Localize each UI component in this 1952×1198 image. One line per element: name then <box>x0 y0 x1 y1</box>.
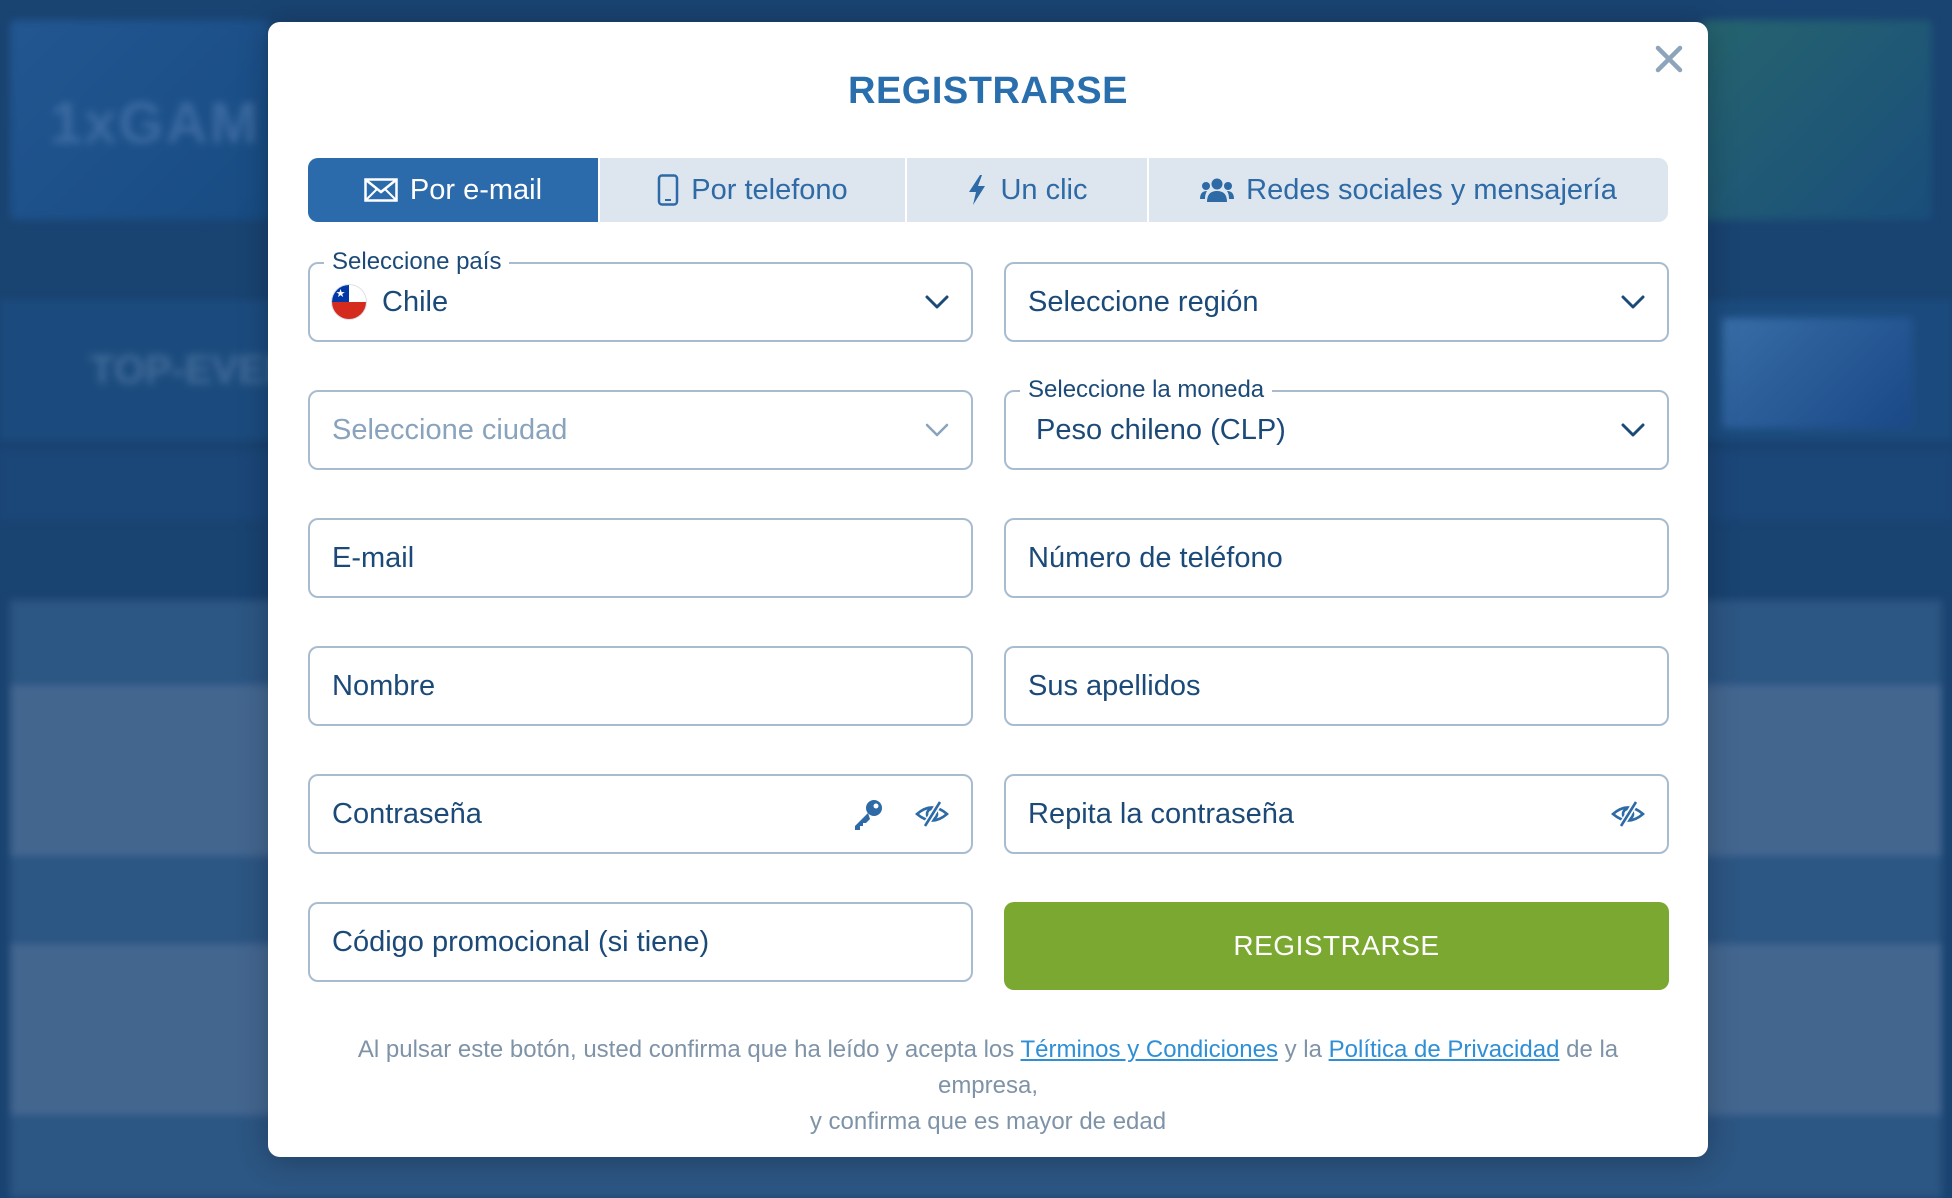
promo-code-field[interactable]: Código promocional (si tiene) <box>308 902 973 982</box>
key-icon <box>855 800 882 830</box>
tab-label: Por telefono <box>691 173 848 206</box>
chevron-down-icon <box>1621 423 1645 437</box>
password-placeholder: Contraseña <box>332 797 482 830</box>
tab-social[interactable]: Redes sociales y mensajería <box>1149 158 1668 222</box>
terms-middle: y la <box>1277 1036 1329 1063</box>
phone-placeholder: Número de teléfono <box>1028 541 1283 574</box>
repeat-password-field[interactable]: Repita la contraseña <box>1004 774 1669 854</box>
email-placeholder: E-mail <box>332 541 415 574</box>
tab-label: Un clic <box>1000 173 1088 206</box>
tab-label: Por e-mail <box>409 173 543 206</box>
region-select[interactable]: Seleccione región <box>1004 262 1669 342</box>
terms-link[interactable]: Términos y Condiciones <box>1021 1036 1278 1063</box>
toggle-password-visibility[interactable] <box>915 800 949 828</box>
privacy-link[interactable]: Política de Privacidad <box>1329 1036 1560 1063</box>
generate-password-button[interactable] <box>851 797 885 831</box>
terms-line-2: y confirma que es mayor de edad <box>809 1108 1167 1135</box>
tab-label: Redes sociales y mensajería <box>1246 173 1617 206</box>
terms-line-1: Al pulsar este botón, usted confirma que… <box>308 1032 1668 1104</box>
lightning-icon <box>969 175 986 205</box>
users-icon <box>1200 178 1235 202</box>
terms-notice: Al pulsar este botón, usted confirma que… <box>308 1032 1668 1140</box>
repeat-password-placeholder: Repita la contraseña <box>1028 797 1294 830</box>
last-name-placeholder: Sus apellidos <box>1028 669 1201 702</box>
chevron-down-icon <box>925 423 949 437</box>
tab-phone[interactable]: Por telefono <box>600 158 907 222</box>
last-name-field[interactable]: Sus apellidos <box>1004 646 1669 726</box>
currency-legend: Seleccione la moneda <box>1020 376 1273 404</box>
registration-method-tabs: Por e-mail Por telefono Un clic Redes so… <box>308 158 1668 222</box>
register-button[interactable]: REGISTRARSE <box>1004 902 1669 990</box>
city-placeholder: Seleccione ciudad <box>332 413 568 446</box>
city-select[interactable]: Seleccione ciudad <box>308 390 973 470</box>
password-field[interactable]: Contraseña <box>308 774 973 854</box>
country-legend: Seleccione país <box>324 248 510 276</box>
region-placeholder: Seleccione región <box>1028 285 1259 318</box>
toggle-password-visibility[interactable] <box>1611 800 1645 828</box>
email-field[interactable]: E-mail <box>308 518 973 598</box>
first-name-field[interactable]: Nombre <box>308 646 973 726</box>
country-select[interactable]: Seleccione país ★ Chile <box>308 248 973 342</box>
phone-field[interactable]: Número de teléfono <box>1004 518 1669 598</box>
tab-email[interactable]: Por e-mail <box>308 158 600 222</box>
mobile-phone-icon <box>658 174 679 206</box>
eye-slash-icon <box>1611 800 1645 828</box>
registration-modal: REGISTRARSE Por e-mail Por telefono Un c… <box>268 22 1708 1157</box>
currency-select[interactable]: Seleccione la moneda Peso chileno (CLP) <box>1004 376 1669 470</box>
tab-one-click[interactable]: Un clic <box>907 158 1149 222</box>
terms-prefix: Al pulsar este botón, usted confirma que… <box>357 1036 1021 1063</box>
envelope-icon <box>364 178 398 202</box>
country-value: Chile <box>382 285 449 318</box>
first-name-placeholder: Nombre <box>332 669 436 702</box>
chile-flag-icon: ★ <box>332 285 366 319</box>
chevron-down-icon <box>1621 295 1645 309</box>
promo-placeholder: Código promocional (si tiene) <box>332 925 710 958</box>
chevron-down-icon <box>925 295 949 309</box>
modal-title: REGISTRARSE <box>848 70 1128 112</box>
eye-slash-icon <box>915 800 949 828</box>
currency-value: Peso chileno (CLP) <box>1036 413 1286 446</box>
